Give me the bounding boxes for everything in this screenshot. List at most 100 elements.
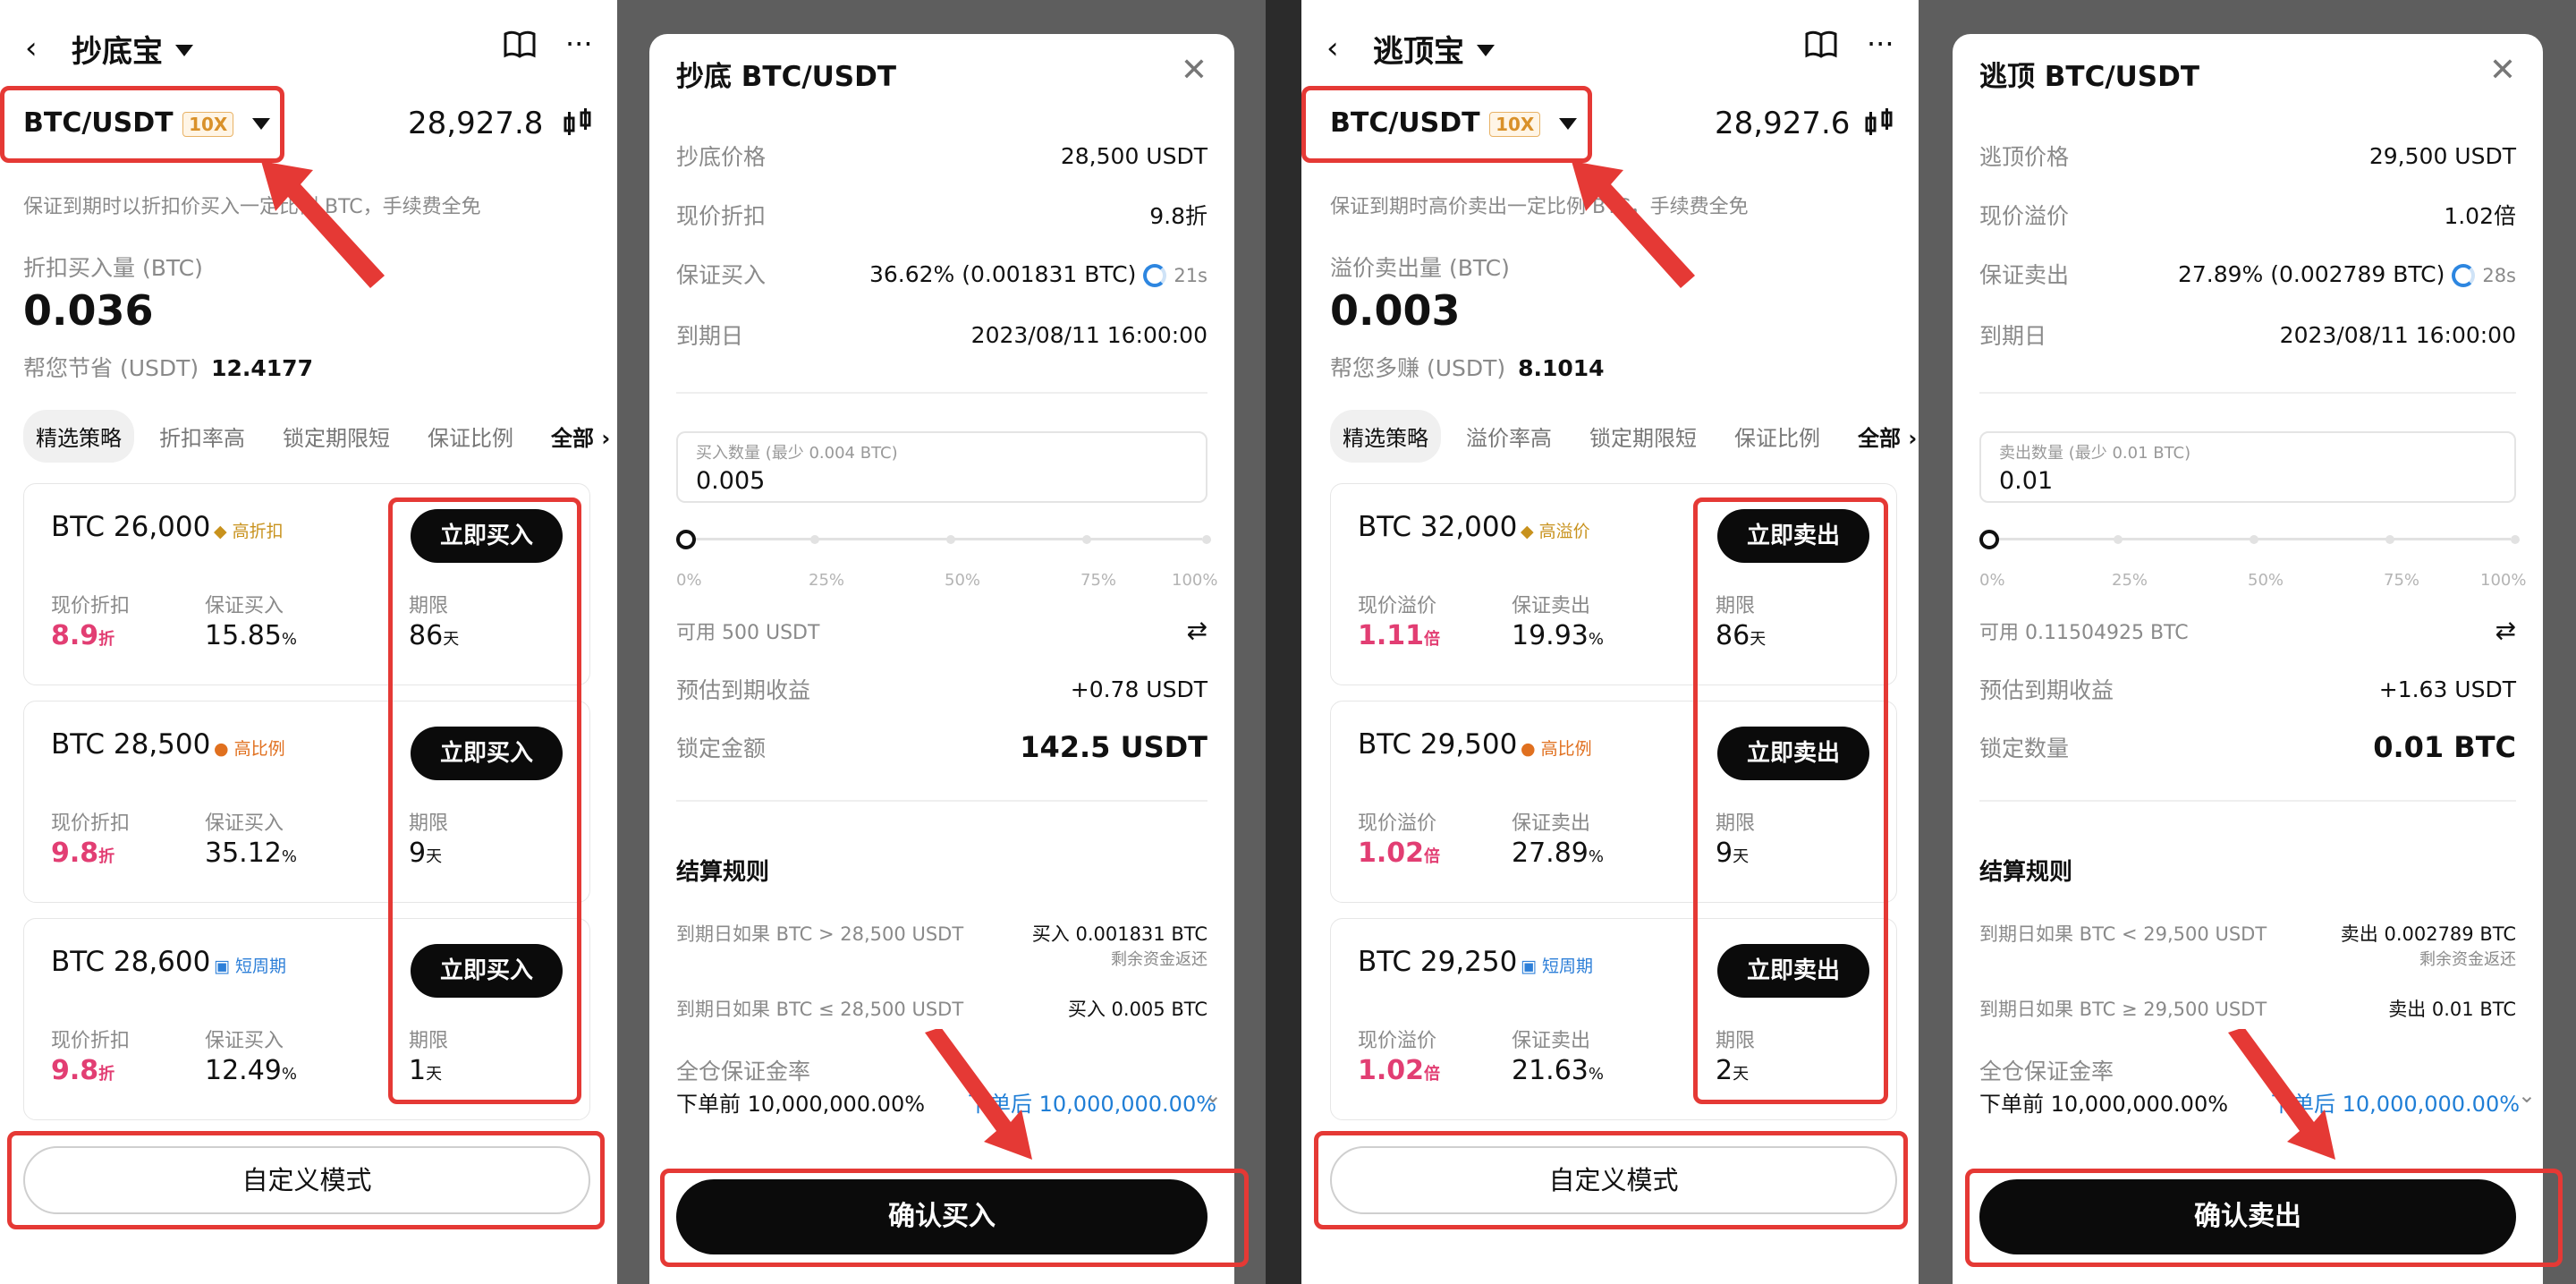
strategy-card[interactable]: BTC 32,000 ◆ 高溢价 现价溢价 保证卖出 期限 1.11倍 19.9… [1330, 483, 1897, 685]
current-price: 28,927.8 [408, 106, 544, 141]
divider [676, 800, 1208, 802]
candlestick-icon[interactable] [1863, 107, 1895, 143]
strategy-card[interactable]: BTC 28,600 ▣ 短周期 现价折扣 保证买入 期限 9.8折 12.49… [23, 918, 590, 1120]
tab-guarantee-ratio[interactable]: 保证比例 [1722, 410, 1833, 463]
card-title: BTC 26,000 [51, 511, 211, 543]
book-icon[interactable] [504, 30, 536, 63]
page-title: 逃顶宝 [1373, 34, 1464, 70]
chevron-down-icon [1558, 118, 1577, 130]
tab-all[interactable]: 全部 › [1845, 410, 1919, 463]
discount-value: 9.8折 [51, 1055, 115, 1086]
chevron-down-icon[interactable] [1477, 41, 1495, 58]
chevron-down-icon[interactable] [175, 41, 193, 58]
info-row: 预估到期收益 +1.63 USDT [1979, 676, 2516, 704]
arrow-icon [261, 161, 385, 288]
book-icon[interactable] [1805, 30, 1837, 63]
swap-icon[interactable]: ⇄ [2496, 616, 2516, 645]
panel-top-escape-order-sheet: 逃顶 BTC/USDT ✕ 逃顶价格 29,500 USDT 现价溢价 1.02倍 … [1919, 0, 2576, 1284]
quantity-input[interactable]: 买入数量 (最少 0.004 BTC) 0.005 [676, 431, 1208, 503]
confirm-sell-button[interactable]: 确认卖出 [1979, 1179, 2516, 1254]
panel-bottom-fishing-order-sheet: 抄底 BTC/USDT ✕ 抄底价格 28,500 USDT 现价折扣 9.8折 保… [617, 0, 1266, 1284]
slider-mark: 50% [945, 571, 981, 590]
buy-now-button[interactable]: 立即买入 [411, 944, 563, 998]
tab-all[interactable]: 全部 › [538, 410, 617, 463]
premium-value: 1.02倍 [1358, 1055, 1441, 1086]
tab-premium-rate[interactable]: 溢价率高 [1453, 410, 1564, 463]
available-balance: 可用 0.11504925 BTC ⇄ [1979, 616, 2516, 645]
slider-mark: 25% [809, 571, 845, 590]
swap-icon[interactable]: ⇄ [1187, 616, 1208, 645]
divider [1979, 392, 2516, 394]
more-icon[interactable]: ··· [1867, 27, 1894, 61]
candlestick-icon[interactable] [562, 107, 594, 143]
info-row: 现价折扣 9.8折 [676, 203, 1208, 229]
tab-featured[interactable]: 精选策略 [23, 410, 134, 463]
custom-mode-button[interactable]: 自定义模式 [23, 1146, 590, 1214]
tag-badge: ● 高比例 [214, 739, 285, 759]
chevron-down-icon[interactable]: ⌄ [2518, 1083, 2536, 1108]
close-icon[interactable]: ✕ [2489, 52, 2516, 89]
tab-featured[interactable]: 精选策略 [1330, 410, 1441, 463]
guarantee-value: 21.63% [1512, 1055, 1604, 1086]
slider-handle[interactable] [1979, 530, 1999, 549]
metric-label: 保证买入 [205, 812, 284, 835]
available-balance: 可用 500 USDT ⇄ [676, 616, 1208, 645]
strategy-card[interactable]: BTC 28,500 ● 高比例 现价折扣 保证买入 期限 9.8折 35.12… [23, 701, 590, 903]
rules-title: 结算规则 [676, 859, 770, 886]
confirm-buy-button[interactable]: 确认买入 [676, 1179, 1208, 1254]
card-title: BTC 29,500 [1358, 728, 1518, 761]
sheet-title: 逃顶 BTC/USDT [1979, 61, 2200, 93]
guarantee-value: 15.85% [205, 620, 297, 651]
quantity-input[interactable]: 卖出数量 (最少 0.01 BTC) 0.01 [1979, 431, 2516, 503]
pair-selector[interactable]: BTC/USDT 10X [1330, 107, 1577, 139]
panel-bottom-fishing-list: ‹ 抄底宝 ··· BTC/USDT 10X 28,927.8 保证到期时以折扣… [0, 0, 617, 1284]
premium-value: 1.11倍 [1358, 620, 1441, 651]
back-icon[interactable]: ‹ [1326, 30, 1339, 66]
strategy-card[interactable]: BTC 26,000 ◆ 高折扣 现价折扣 保证买入 期限 8.9折 15.85… [23, 483, 590, 685]
slider-mark: 0% [676, 571, 702, 590]
pair-selector[interactable]: BTC/USDT 10X [23, 107, 270, 139]
chevron-down-icon[interactable]: ⌄ [1204, 1083, 1222, 1108]
order-sheet: 逃顶 BTC/USDT ✕ 逃顶价格 29,500 USDT 现价溢价 1.02倍 … [1953, 34, 2543, 1284]
more-icon[interactable]: ··· [565, 27, 593, 61]
card-title: BTC 32,000 [1358, 511, 1518, 543]
strategy-tabs: 精选策略 溢价率高 锁定期限短 保证比例 全部 › [1330, 410, 1919, 463]
buy-now-button[interactable]: 立即买入 [411, 509, 563, 563]
term-value: 1天 [409, 1055, 443, 1086]
page-title: 抄底宝 [72, 34, 163, 70]
metric-label: 现价溢价 [1358, 812, 1437, 835]
divider [676, 392, 1208, 394]
info-row: 现价溢价 1.02倍 [1979, 203, 2516, 229]
card-title: BTC 28,600 [51, 946, 211, 978]
tab-short-lock[interactable]: 锁定期限短 [1577, 410, 1709, 463]
buy-now-button[interactable]: 立即买入 [411, 727, 563, 780]
slider-handle[interactable] [676, 530, 696, 549]
custom-mode-button[interactable]: 自定义模式 [1330, 1146, 1897, 1214]
strategy-card[interactable]: BTC 29,250 ▣ 短周期 现价溢价 保证卖出 期限 1.02倍 21.6… [1330, 918, 1897, 1120]
order-sheet: 抄底 BTC/USDT ✕ 抄底价格 28,500 USDT 现价折扣 9.8折 保… [649, 34, 1234, 1284]
card-title: BTC 28,500 [51, 728, 211, 761]
tag-badge: ▣ 短周期 [1521, 957, 1594, 976]
tab-discount-rate[interactable]: 折扣率高 [147, 410, 258, 463]
quantity-slider[interactable] [1979, 528, 2520, 555]
metric-label: 期限 [1716, 812, 1756, 835]
strategy-card[interactable]: BTC 29,500 ● 高比例 现价溢价 保证卖出 期限 1.02倍 27.8… [1330, 701, 1897, 903]
tab-guarantee-ratio[interactable]: 保证比例 [415, 410, 526, 463]
info-row: 保证卖出 27.89% (0.002789 BTC) 28s [1979, 260, 2516, 289]
amount-value: 0.036 [23, 286, 154, 335]
metric-label: 期限 [409, 1030, 449, 1052]
quantity-slider[interactable] [676, 528, 1211, 555]
chevron-down-icon [251, 118, 270, 130]
tab-short-lock[interactable]: 锁定期限短 [270, 410, 402, 463]
info-row: 预估到期收益 +0.78 USDT [676, 676, 1208, 704]
term-value: 9天 [1716, 838, 1750, 869]
sell-now-button[interactable]: 立即卖出 [1717, 727, 1869, 780]
sell-now-button[interactable]: 立即卖出 [1717, 509, 1869, 563]
rule-row: 到期日如果 BTC > 28,500 USDT 买入 0.001831 BTC [676, 923, 1208, 945]
close-icon[interactable]: ✕ [1181, 52, 1208, 89]
sell-now-button[interactable]: 立即卖出 [1717, 944, 1869, 998]
back-icon[interactable]: ‹ [25, 30, 38, 66]
slider-mark: 100% [2480, 571, 2527, 590]
leverage-badge: 10X [1489, 111, 1541, 137]
amount-value: 0.003 [1330, 286, 1461, 335]
